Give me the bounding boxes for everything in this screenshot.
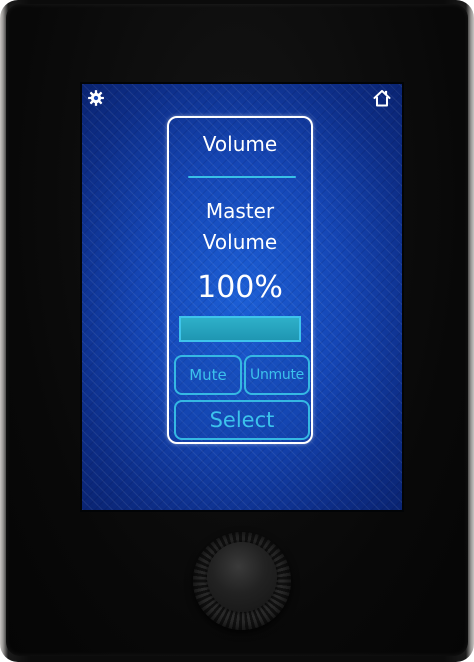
volume-level-bar[interactable] xyxy=(179,316,301,342)
title-divider xyxy=(188,176,296,178)
unmute-button[interactable]: Unmute xyxy=(244,355,310,395)
channel-name: Master Volume xyxy=(169,196,311,258)
home-icon[interactable] xyxy=(372,88,392,108)
device-frame: Volume Master Volume 100% Mute Unmute Se… xyxy=(0,0,474,662)
touch-screen: Volume Master Volume 100% Mute Unmute Se… xyxy=(82,84,402,510)
volume-level-fill xyxy=(181,318,299,340)
gear-icon[interactable] xyxy=(86,88,106,108)
rotary-knob[interactable] xyxy=(193,532,291,630)
knob-cap xyxy=(207,542,277,612)
volume-level-readout: 100% xyxy=(197,270,283,305)
channel-name-line1: Master xyxy=(205,199,275,223)
channel-name-line2: Volume xyxy=(202,230,278,254)
select-button[interactable]: Select xyxy=(174,400,310,440)
panel-title: Volume xyxy=(202,132,278,156)
volume-panel: Volume Master Volume 100% Mute Unmute Se… xyxy=(167,116,313,444)
mute-button[interactable]: Mute xyxy=(174,355,242,395)
